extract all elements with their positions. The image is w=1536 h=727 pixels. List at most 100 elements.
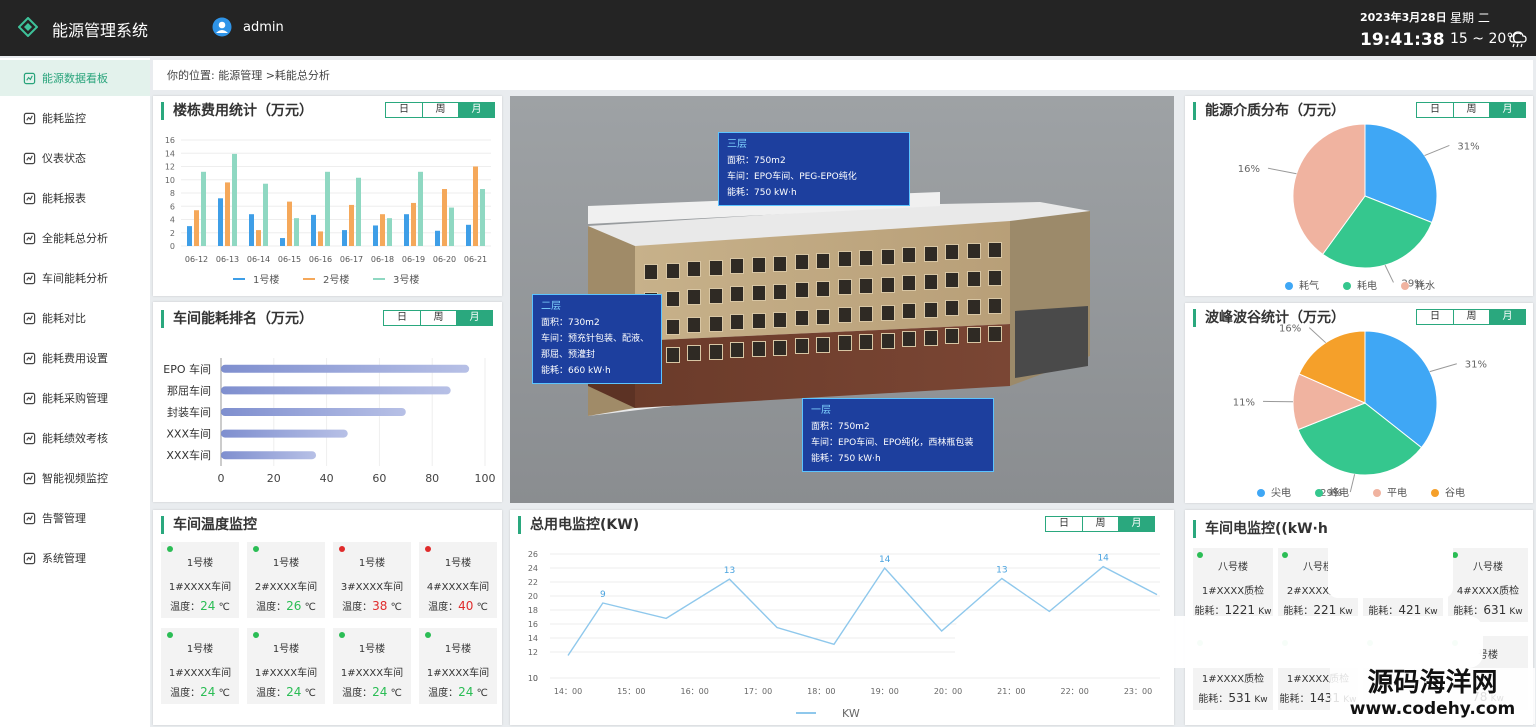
temperature-monitor-card: 车间温度监控 1号楼 1#XXXX车间 温度：24 ℃ 1号楼 2#XXXX车间…: [153, 510, 502, 725]
temperature-cell[interactable]: 1号楼 2#XXXX车间 温度：26 ℃: [247, 542, 325, 618]
bar: [349, 204, 354, 246]
legend-label: 尖电: [1271, 486, 1291, 499]
pie-percent-label: 16%: [1279, 324, 1301, 335]
temperature-cell[interactable]: 1号楼 1#XXXX车间 温度：24 ℃: [333, 628, 411, 704]
card-title: 车间温度监控: [161, 516, 257, 534]
data-label: 13: [996, 566, 1007, 576]
bar: [221, 386, 451, 395]
sidebar-item-12[interactable]: 系统管理: [0, 540, 150, 576]
sidebar-item-4[interactable]: 全能耗总分析: [0, 220, 150, 256]
energy-unit: Kw: [1254, 695, 1268, 705]
y-tick-label: 18: [528, 606, 538, 615]
floor-2-tooltip[interactable]: 二层 面积：730m2 车间：预充针包装、配液、 那屈、预灌封 能耗：660 k…: [532, 294, 662, 384]
y-tick-label: 那屈车间: [167, 383, 211, 397]
x-tick-label: 15：00: [617, 687, 645, 696]
user-name[interactable]: admin: [243, 20, 284, 35]
window: [730, 342, 744, 359]
legend-swatch: [1315, 489, 1323, 497]
sidebar-item-label: 能耗对比: [42, 312, 86, 325]
sidebar-item-1[interactable]: 能耗监控: [0, 100, 150, 136]
x-tick-label: 0: [218, 472, 225, 485]
floor-3-tooltip[interactable]: 三层 面积：750m2 车间：EPO车间、PEG-EPO纯化 能耗：750 kW…: [718, 132, 910, 206]
tooltip-workshop: 车间：EPO车间、EPO纯化，西林瓶包装: [811, 438, 974, 448]
temperature-cell[interactable]: 1号楼 3#XXXX车间 温度：38 ℃: [333, 542, 411, 618]
bar: [225, 182, 230, 246]
window: [730, 258, 744, 275]
temperature-row: 温度：24 ℃: [161, 684, 239, 699]
temperature-row: 温度：24 ℃: [247, 684, 325, 699]
temperature-unit: ℃: [218, 688, 230, 699]
building-label: 1号楼: [272, 644, 300, 655]
temperature-cell[interactable]: 1号楼 1#XXXX车间 温度：24 ℃: [247, 628, 325, 704]
monitor-icon: [22, 111, 36, 125]
x-tick-label: 40: [320, 472, 334, 485]
window: [751, 285, 766, 301]
legend-label: 1号楼: [253, 273, 279, 286]
pie-icon: [22, 231, 36, 245]
status-dot: [253, 546, 259, 552]
sidebar-item-label: 能源数据看板: [42, 72, 108, 85]
purchase-icon: [22, 391, 36, 405]
window: [880, 248, 895, 265]
x-tick-label: 21：00: [997, 687, 1025, 696]
window: [794, 282, 809, 299]
window: [708, 315, 723, 332]
bar: [449, 207, 454, 246]
alarm-icon: [22, 511, 36, 525]
status-dot: [339, 546, 345, 552]
temperature-label: 温度：: [256, 688, 287, 699]
window: [945, 300, 959, 317]
workshop-label: 1#XXXX车间: [168, 668, 232, 679]
sidebar-item-7[interactable]: 能耗费用设置: [0, 340, 150, 376]
legend-label: 3号楼: [393, 273, 419, 286]
electricity-cell[interactable]: 八号楼 1#XXXX质检 能耗：1221 Kw: [1193, 548, 1273, 622]
temperature-unit: ℃: [390, 688, 402, 699]
floor-1-tooltip[interactable]: 一层 面积：750m2 车间：EPO车间、EPO纯化，西林瓶包装 能耗：750 …: [802, 398, 994, 472]
sidebar-item-11[interactable]: 告警管理: [0, 500, 150, 536]
pie-icon: [22, 271, 36, 285]
gear-icon: [22, 551, 36, 565]
window: [966, 327, 981, 343]
x-tick-label: 60: [372, 472, 386, 485]
electricity-cell[interactable]: 八号楼 4#XXXX质检 能耗：631 Kw: [1448, 548, 1528, 622]
workshop-rank-chart: 0 20 40 60 80 100 EPO 车间那屈车间封装车间 XXX车间 XXX车间: [163, 358, 496, 485]
legend-label: 峰电: [1329, 486, 1349, 499]
x-tick-label: 06-20: [433, 255, 456, 264]
window: [923, 301, 938, 318]
bar: [311, 214, 316, 246]
user-avatar-icon[interactable]: [212, 17, 232, 37]
bar: [232, 153, 237, 246]
window: [966, 243, 981, 259]
y-tick-label: 封装车间: [167, 405, 211, 419]
tooltip-energy: 能耗：660 kW·h: [541, 366, 611, 376]
window: [687, 345, 701, 362]
tooltip-energy: 能耗：750 kW·h: [811, 454, 881, 464]
sidebar-item-9[interactable]: 能耗绩效考核: [0, 420, 150, 456]
window: [773, 255, 787, 272]
data-label: 14: [879, 555, 891, 565]
sidebar-item-10[interactable]: 智能视频监控: [0, 460, 150, 496]
temperature-cell[interactable]: 1号楼 1#XXXX车间 温度：24 ℃: [161, 542, 239, 618]
sidebar-item-3[interactable]: 能耗报表: [0, 180, 150, 216]
app-title: 能源管理系统: [52, 21, 149, 40]
peak-valley-card: 波峰波谷统计（万元） 日 周 月 31% 29% 11% 16% 尖电 峰电 平电 谷电: [1185, 303, 1533, 503]
temperature-label: 温度：: [256, 602, 287, 613]
tooltip-area: 面积：730m2: [541, 318, 600, 328]
temperature-cell[interactable]: 1号楼 1#XXXX车间 温度：24 ℃: [161, 628, 239, 704]
y-tick-label: 4: [170, 216, 175, 225]
y-tick-label: EPO 车间: [163, 362, 211, 376]
status-dot: [425, 546, 431, 552]
x-tick-label: 19：00: [870, 687, 898, 696]
tooltip-area: 面积：750m2: [811, 422, 870, 432]
temperature-cell[interactable]: 1号楼 4#XXXX车间 温度：40 ℃: [419, 542, 497, 618]
building-3d-view[interactable]: 三层 面积：750m2 车间：EPO车间、PEG-EPO纯化 能耗：750 kW…: [510, 96, 1174, 503]
sidebar-item-0[interactable]: 能源数据看板: [0, 60, 150, 96]
window: [708, 343, 723, 360]
sidebar-item-2[interactable]: 仪表状态: [0, 140, 150, 176]
sidebar-item-label: 告警管理: [42, 512, 86, 525]
sidebar-item-6[interactable]: 能耗对比: [0, 300, 150, 336]
sidebar-item-5[interactable]: 车间能耗分析: [0, 260, 150, 296]
workshop-label: 3#XXXX车间: [340, 582, 404, 593]
temperature-cell[interactable]: 1号楼 1#XXXX车间 温度：24 ℃: [419, 628, 497, 704]
sidebar-item-8[interactable]: 能耗采购管理: [0, 380, 150, 416]
